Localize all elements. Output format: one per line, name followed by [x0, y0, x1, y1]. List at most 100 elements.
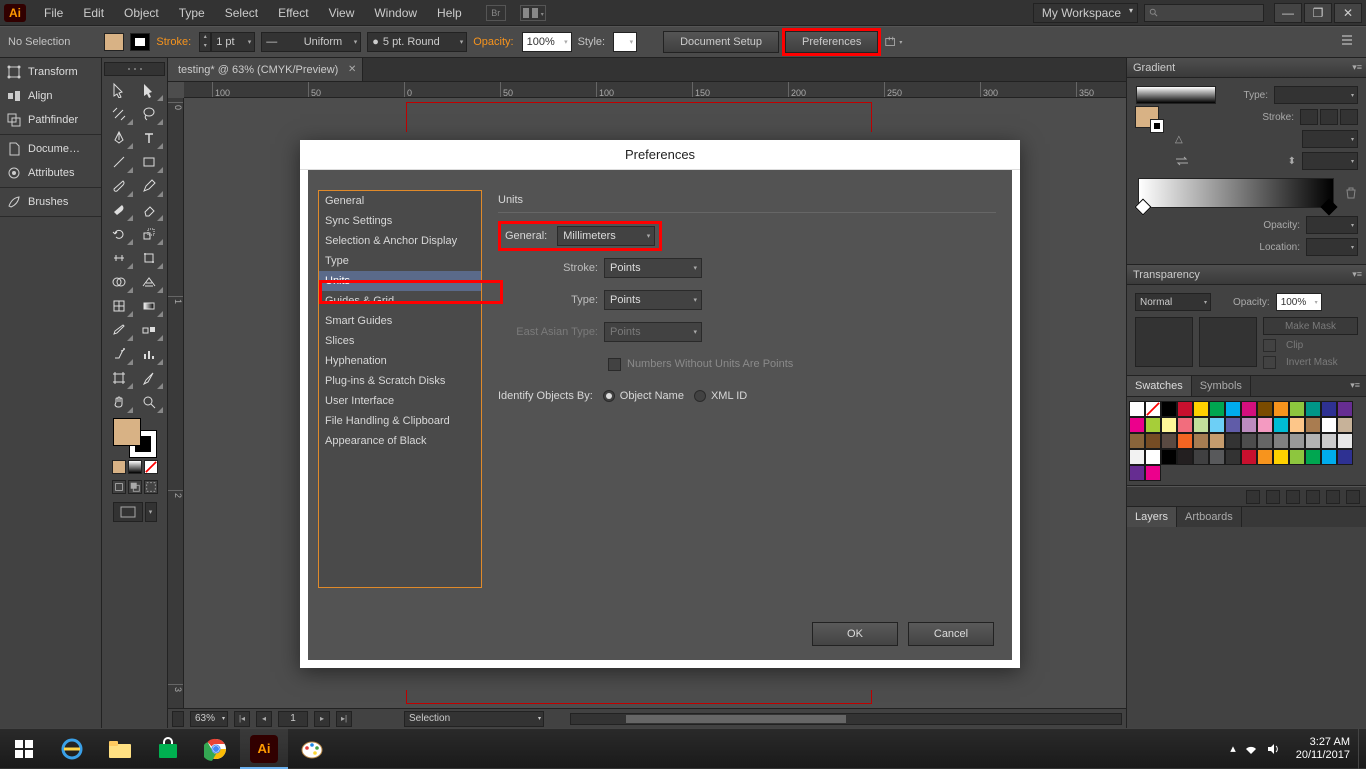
taskbar-paint[interactable] — [288, 729, 336, 769]
menu-edit[interactable]: Edit — [73, 2, 114, 24]
swatch-cell[interactable] — [1193, 401, 1209, 417]
swatch-cell[interactable] — [1177, 449, 1193, 465]
swatch-cell[interactable] — [1305, 449, 1321, 465]
swatch-cell[interactable] — [1321, 401, 1337, 417]
stroke-swatch[interactable] — [130, 33, 150, 51]
swatch-cell[interactable] — [1145, 465, 1161, 481]
document-tab[interactable]: testing* @ 63% (CMYK/Preview) ✕ — [168, 58, 363, 81]
none-mode-button[interactable] — [144, 460, 158, 474]
close-button[interactable]: ✕ — [1334, 3, 1362, 23]
swatch-cell[interactable] — [1209, 401, 1225, 417]
swatch-cell[interactable] — [1225, 449, 1241, 465]
fill-swatch[interactable] — [104, 33, 124, 51]
identify-xml-id-radio[interactable] — [694, 390, 706, 402]
swatch-cell[interactable] — [1337, 449, 1353, 465]
start-button[interactable] — [0, 729, 48, 769]
stroke-grad-across-button[interactable] — [1340, 109, 1358, 125]
pref-category-type[interactable]: Type — [319, 251, 481, 271]
swatch-cell[interactable] — [1321, 449, 1337, 465]
optbar-menu-icon[interactable] — [1340, 33, 1358, 51]
stop-opacity-dropdown[interactable] — [1306, 216, 1358, 234]
swatch-cell[interactable] — [1129, 401, 1145, 417]
new-color-group-button[interactable] — [1306, 490, 1320, 504]
fill-stroke-indicator[interactable] — [113, 418, 157, 458]
swatch-cell[interactable] — [1289, 417, 1305, 433]
lasso-tool[interactable] — [134, 102, 164, 126]
gradient-preview[interactable] — [1136, 86, 1216, 104]
swatch-libraries-button[interactable] — [1246, 490, 1260, 504]
panel-menu-icon[interactable]: ▾≡ — [1352, 269, 1362, 280]
clip-checkbox[interactable] — [1263, 339, 1276, 352]
arrange-docs-icon[interactable]: ▾ — [520, 5, 546, 21]
swatch-cell[interactable] — [1161, 433, 1177, 449]
ruler-horizontal[interactable]: 100 50 0 50 100 150 200 250 300 350 — [184, 82, 1126, 98]
swatch-cell[interactable] — [1241, 401, 1257, 417]
swatch-cell[interactable] — [1193, 449, 1209, 465]
swatch-cell[interactable] — [1193, 417, 1209, 433]
swatch-cell[interactable] — [1161, 417, 1177, 433]
swatch-cell[interactable] — [1273, 449, 1289, 465]
eraser-tool[interactable] — [134, 198, 164, 222]
rectangle-tool[interactable] — [134, 150, 164, 174]
gradient-tool[interactable] — [134, 294, 164, 318]
draw-behind-button[interactable] — [128, 480, 142, 494]
swatches-tab[interactable]: Swatches — [1127, 376, 1192, 396]
swatch-cell[interactable] — [1193, 433, 1209, 449]
show-desktop-button[interactable] — [1358, 729, 1366, 769]
stroke-grad-along-button[interactable] — [1320, 109, 1338, 125]
swatch-cell[interactable] — [1129, 433, 1145, 449]
swatch-cell[interactable] — [1257, 449, 1273, 465]
pref-category-slices[interactable]: Slices — [319, 331, 481, 351]
gradient-slider[interactable] — [1138, 178, 1334, 208]
style-dropdown[interactable] — [613, 32, 637, 52]
swatch-cell[interactable] — [1225, 401, 1241, 417]
swatch-cell[interactable] — [1337, 401, 1353, 417]
swatch-cell[interactable] — [1225, 433, 1241, 449]
pref-category-general[interactable]: General — [319, 191, 481, 211]
taskbar-chrome[interactable] — [192, 729, 240, 769]
panel-transform[interactable]: Transform — [0, 60, 101, 84]
menu-effect[interactable]: Effect — [268, 2, 318, 24]
swatch-cell[interactable] — [1337, 417, 1353, 433]
stop-location-dropdown[interactable] — [1306, 238, 1358, 256]
symbols-tab[interactable]: Symbols — [1192, 376, 1251, 396]
pref-category-file-handling[interactable]: File Handling & Clipboard — [319, 411, 481, 431]
magic-wand-tool[interactable] — [104, 102, 134, 126]
gradient-fill-swatch[interactable] — [1135, 106, 1159, 128]
gradient-mode-button[interactable] — [128, 460, 142, 474]
next-page-button[interactable]: ▸ — [314, 711, 330, 727]
tools-grip[interactable] — [104, 62, 165, 76]
pref-category-hyphenation[interactable]: Hyphenation — [319, 351, 481, 371]
panel-attributes[interactable]: Attributes — [0, 161, 101, 185]
zoom-tool[interactable] — [134, 390, 164, 414]
zoom-dropdown[interactable]: 63% — [190, 711, 228, 727]
swatch-cell[interactable] — [1273, 433, 1289, 449]
swatch-cell[interactable] — [1289, 449, 1305, 465]
layers-tab[interactable]: Layers — [1127, 507, 1177, 527]
swatch-cell[interactable] — [1225, 417, 1241, 433]
swatch-cell[interactable] — [1257, 433, 1273, 449]
panel-pathfinder[interactable]: Pathfinder — [0, 108, 101, 132]
column-graph-tool[interactable] — [134, 342, 164, 366]
selection-tool[interactable] — [104, 78, 134, 102]
tool-hint-dropdown[interactable]: Selection — [404, 711, 544, 727]
system-tray[interactable]: ▴ — [1222, 742, 1288, 756]
fill-color[interactable] — [113, 418, 141, 446]
panel-align[interactable]: Align — [0, 84, 101, 108]
line-tool[interactable] — [104, 150, 134, 174]
paintbrush-tool[interactable] — [104, 174, 134, 198]
blend-mode-dropdown[interactable]: Normal — [1135, 293, 1211, 311]
units-stroke-dropdown[interactable]: Points — [604, 258, 702, 278]
panel-menu-icon[interactable]: ▾≡ — [1352, 62, 1362, 73]
symbol-sprayer-tool[interactable] — [104, 342, 134, 366]
cancel-button[interactable]: Cancel — [908, 622, 994, 646]
direct-selection-tool[interactable] — [134, 78, 164, 102]
swatch-cell[interactable] — [1145, 417, 1161, 433]
stroke-profile-dropdown[interactable]: —Uniform — [261, 32, 361, 52]
swatch-cell[interactable] — [1145, 449, 1161, 465]
swatch-cell[interactable] — [1177, 401, 1193, 417]
screen-mode-dropdown[interactable]: ▾ — [145, 502, 157, 522]
free-transform-tool[interactable] — [134, 246, 164, 270]
swatch-cell[interactable] — [1257, 417, 1273, 433]
stroke-weight-dropdown[interactable]: 1 pt — [211, 32, 255, 52]
